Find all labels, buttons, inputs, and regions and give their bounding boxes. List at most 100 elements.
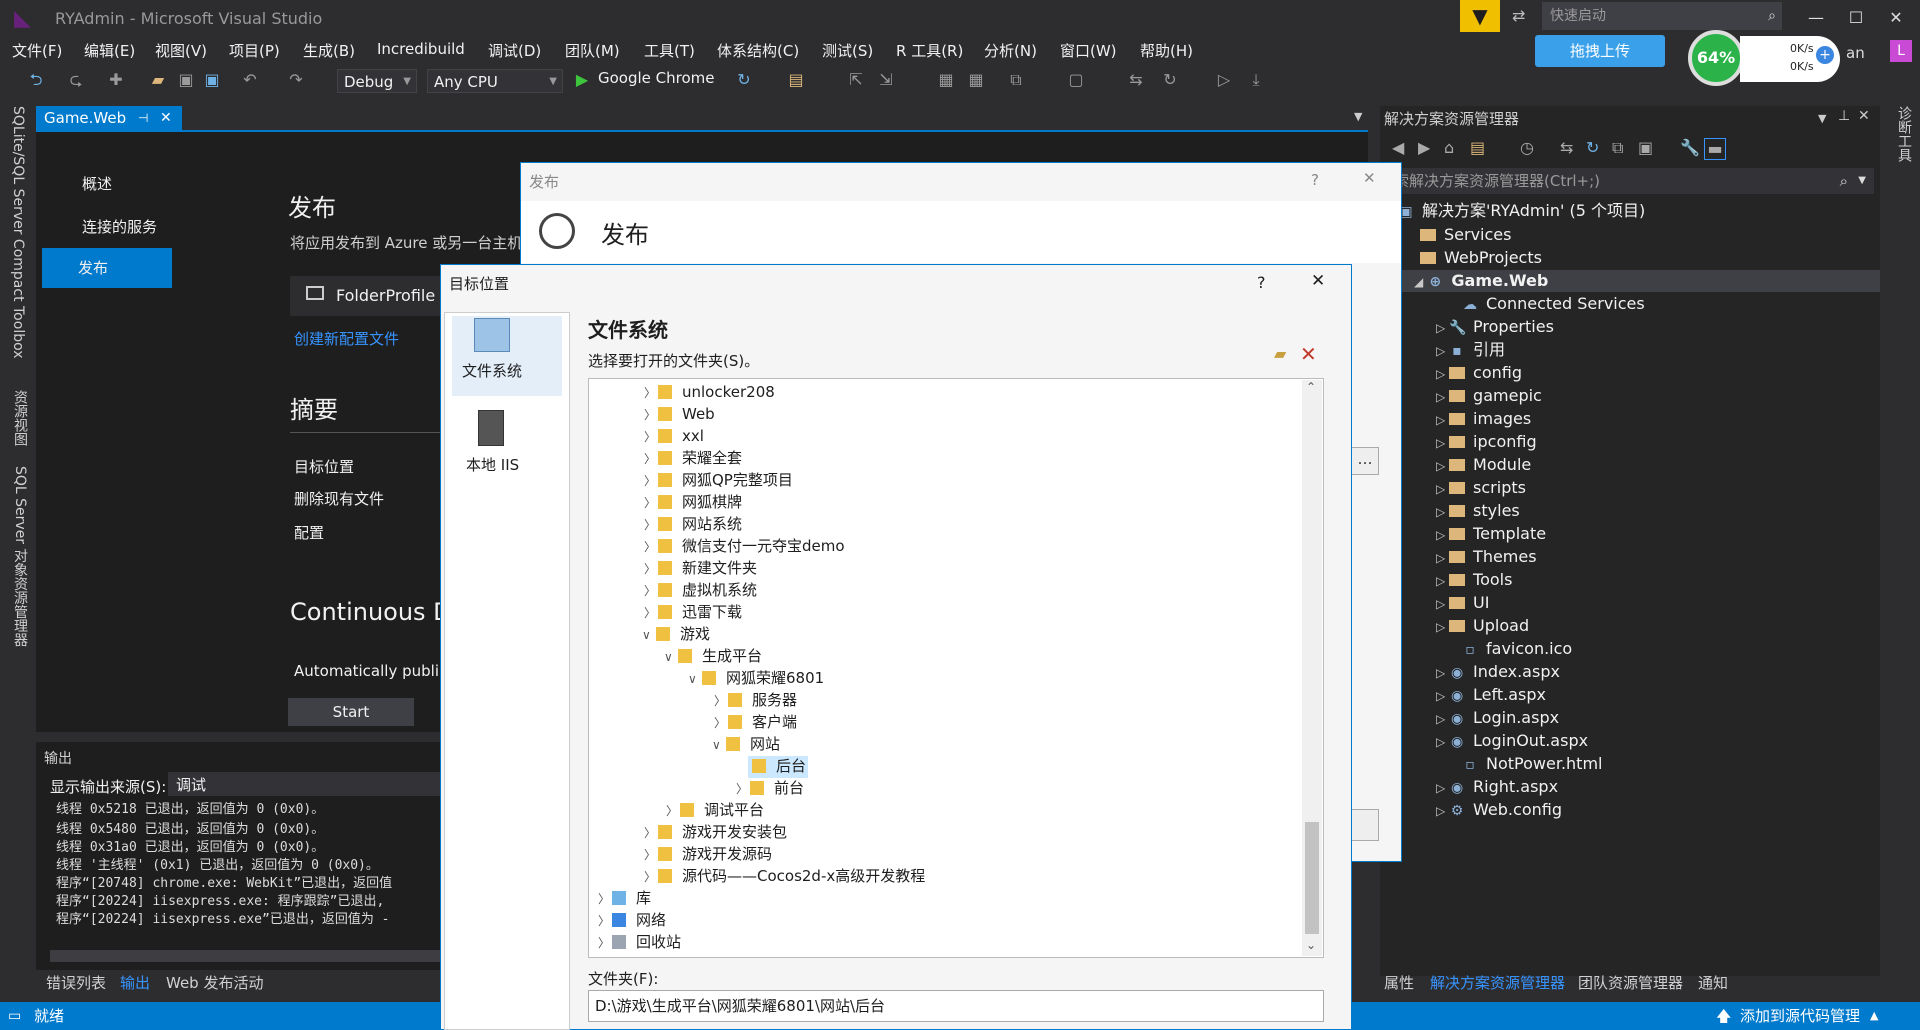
open-folder-icon[interactable]: ▰ (148, 70, 168, 90)
folder-node[interactable]: 〉 游戏开发源码 (644, 843, 772, 865)
collapsed-arrow-icon[interactable]: ▷ (1436, 482, 1449, 496)
pin-icon[interactable]: ⊥ (1838, 108, 1850, 124)
tree-references[interactable]: ▷ ▪ 引用 (1436, 339, 1505, 361)
tree-folder-services[interactable]: Services (1420, 224, 1511, 246)
forward-icon[interactable]: ⮎ (66, 70, 86, 90)
chevron-right-icon[interactable]: 〉 (644, 844, 658, 866)
collapsed-arrow-icon[interactable]: ▷ (1436, 367, 1449, 381)
new-folder-icon[interactable]: ▰ (1274, 344, 1286, 363)
menu-incredibuild[interactable]: Incredibuild (377, 40, 465, 58)
collapsed-arrow-icon[interactable]: ▷ (1436, 551, 1449, 565)
tab-error-list[interactable]: 错误列表 (46, 972, 106, 993)
maximize-button[interactable]: ☐ (1836, 4, 1876, 32)
menu-analyze[interactable]: 分析(N) (984, 40, 1037, 61)
quick-launch-input[interactable]: 快速启动 ⌕ (1542, 2, 1782, 30)
tree-folder-styles[interactable]: ▷ styles (1436, 500, 1520, 522)
sync-icon[interactable]: ⇆ (1560, 138, 1573, 157)
chevron-down-icon[interactable]: ∨ (688, 668, 702, 690)
menu-view[interactable]: 视图(V) (155, 40, 207, 61)
help-button[interactable]: ? (1257, 273, 1266, 292)
folder-node[interactable]: ∨ 网站 (712, 733, 780, 755)
chevron-right-icon[interactable]: 〉 (666, 800, 680, 822)
tree-folder-themes[interactable]: ▷ Themes (1436, 546, 1537, 568)
add-to-source-control[interactable]: 添加到源代码管理 (1740, 1002, 1860, 1030)
show-all-files-icon[interactable]: ▣ (1638, 138, 1653, 157)
switch-views-icon[interactable]: ▤ (1470, 138, 1485, 157)
tree-connected-services[interactable]: ☁ Connected Services (1462, 293, 1645, 315)
menu-build[interactable]: 生成(B) (303, 40, 355, 61)
tree-folder-config[interactable]: ▷ config (1436, 362, 1522, 384)
diagnostic-tools-tab[interactable]: 诊断工具 (1894, 106, 1914, 162)
tree-solution[interactable]: ▣ 解决方案'RYAdmin' (5 个项目) (1398, 200, 1645, 222)
network-node[interactable]: 〉 网络 (598, 909, 666, 931)
folder-node[interactable]: ∨ 网狐荣耀6801 (688, 667, 824, 689)
folder-node[interactable]: 〉 新建文件夹 (644, 557, 757, 579)
scrollbar-thumb[interactable] (1305, 822, 1319, 934)
folder-node[interactable]: 〉 Web (644, 403, 715, 425)
close-icon[interactable]: ✕ (160, 106, 172, 130)
comment-icon[interactable]: ⧉ (1006, 70, 1026, 90)
profile-selector[interactable]: FolderProfile (290, 276, 440, 316)
nav-connected-services[interactable]: 连接的服务 (46, 207, 176, 247)
chevron-right-icon[interactable]: 〉 (644, 558, 658, 580)
collapsed-arrow-icon[interactable]: ▷ (1436, 804, 1449, 818)
collapsed-arrow-icon[interactable]: ▷ (1436, 666, 1449, 680)
menu-test[interactable]: 测试(S) (822, 40, 873, 61)
collapsed-arrow-icon[interactable]: ▷ (1436, 597, 1449, 611)
close-window-button[interactable]: ✕ (1876, 4, 1916, 32)
chevron-right-icon[interactable]: 〉 (644, 382, 658, 404)
collapsed-arrow-icon[interactable]: ▷ (1436, 344, 1449, 358)
redo-icon[interactable]: ↷ (286, 70, 306, 90)
tree-folder-webprojects[interactable]: WebProjects (1420, 247, 1542, 269)
collapsed-arrow-icon[interactable]: ▷ (1436, 574, 1449, 588)
tab-overflow-icon[interactable]: ▼ (1354, 110, 1362, 123)
chevron-right-icon[interactable]: 〉 (644, 580, 658, 602)
resource-view-tab[interactable]: 资源视图 (10, 390, 30, 446)
help-button[interactable]: ? (1311, 171, 1319, 189)
collapsed-arrow-icon[interactable]: ▷ (1436, 505, 1449, 519)
tree-folder-gamepic[interactable]: ▷ gamepic (1436, 385, 1542, 407)
chevron-right-icon[interactable]: 〉 (644, 404, 658, 426)
chevron-down-icon[interactable]: ∨ (712, 734, 726, 756)
home-icon[interactable]: ⌂ (1444, 138, 1454, 157)
folder-node[interactable]: 〉 虚拟机系统 (644, 579, 757, 601)
chevron-right-icon[interactable]: 〉 (644, 492, 658, 514)
tree-folder-upload[interactable]: ▷ Upload (1436, 615, 1529, 637)
step-into-icon[interactable]: ⇲ (876, 70, 896, 90)
close-button[interactable]: ✕ (1363, 169, 1376, 187)
download-icon[interactable]: ⤓ (1246, 70, 1266, 90)
configuration-dropdown[interactable]: Debug ▼ (337, 69, 417, 93)
folder-node-selected[interactable]: 后台 (752, 755, 806, 777)
close-button[interactable]: ✕ (1311, 271, 1325, 291)
tree-file-loginout[interactable]: ▷ ◉ LoginOut.aspx (1436, 730, 1588, 752)
folder-node[interactable]: 〉 网狐QP完整项目 (644, 469, 793, 491)
menu-debug[interactable]: 调试(D) (488, 40, 541, 61)
bookmark-icon[interactable]: ▢ (1066, 70, 1086, 90)
menu-project[interactable]: 项目(P) (229, 40, 280, 61)
tab-notifications[interactable]: 通知 (1698, 972, 1728, 993)
tree-folder-ui[interactable]: ▷ UI (1436, 592, 1489, 614)
start-debug-icon[interactable]: ▶ (572, 70, 592, 90)
collapsed-arrow-icon[interactable]: ▷ (1436, 735, 1449, 749)
menu-architecture[interactable]: 体系结构(C) (717, 40, 799, 61)
menu-edit[interactable]: 编辑(E) (84, 40, 135, 61)
tree-folder-module[interactable]: ▷ Module (1436, 454, 1531, 476)
collapsed-arrow-icon[interactable]: ▷ (1436, 436, 1449, 450)
folder-node[interactable]: 〉 网站系统 (644, 513, 742, 535)
browser-link-icon[interactable]: ▤ (786, 70, 806, 90)
chevron-down-icon[interactable]: ∨ (664, 646, 678, 668)
sqlite-toolbox-tab[interactable]: SQLite/SQL Server Compact Toolbox (10, 106, 26, 359)
collapsed-arrow-icon[interactable]: ▷ (1436, 712, 1449, 726)
collapsed-arrow-icon[interactable]: ▷ (1436, 390, 1449, 404)
platform-dropdown[interactable]: Any CPU ▼ (427, 69, 563, 93)
new-project-icon[interactable]: ✚ (106, 70, 126, 90)
tree-file-right[interactable]: ▷ ◉ Right.aspx (1436, 776, 1558, 798)
pin-icon[interactable]: ⊣ (138, 106, 148, 130)
refresh-icon[interactable]: ↻ (1586, 138, 1599, 157)
folder-node[interactable]: ∨ 游戏 (642, 623, 710, 645)
document-tab-game-web[interactable]: Game.Web ⊣ ✕ (36, 106, 182, 130)
folder-node[interactable]: ∨ 生成平台 (664, 645, 762, 667)
chevron-right-icon[interactable]: 〉 (714, 690, 728, 712)
notification-filter-icon[interactable]: ▼ (1460, 0, 1500, 32)
save-icon[interactable]: ▣ (176, 70, 196, 90)
